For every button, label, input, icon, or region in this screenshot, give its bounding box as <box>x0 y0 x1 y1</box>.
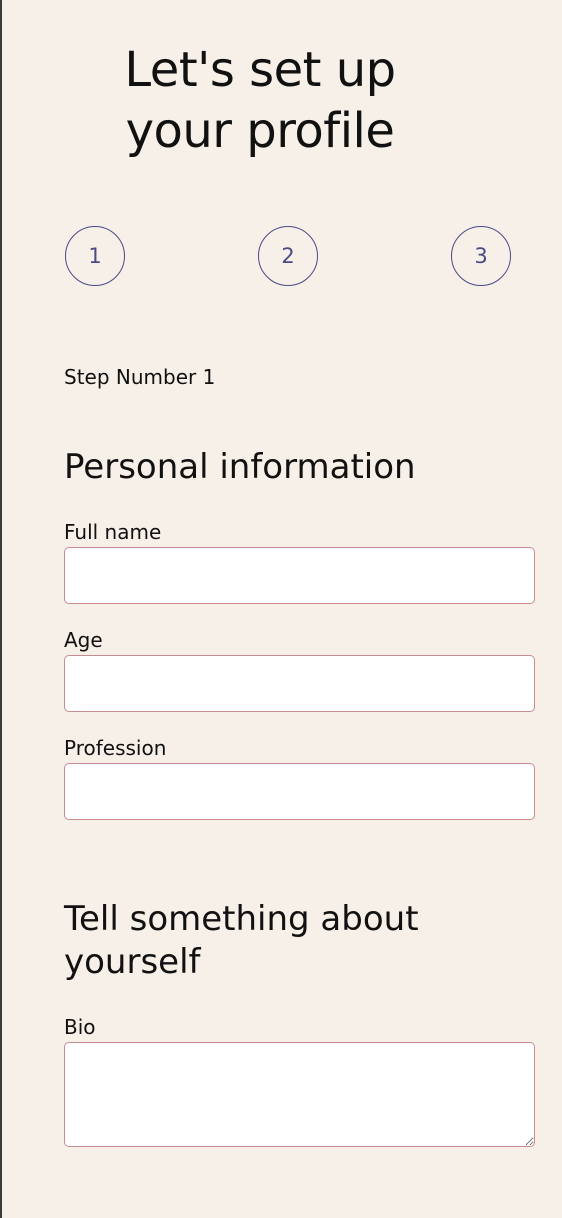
step-indicator-3[interactable]: 3 <box>451 226 511 286</box>
bio-label: Bio <box>64 1015 96 1039</box>
page-title: Let's set up your profile <box>124 42 396 159</box>
age-input[interactable] <box>64 655 535 712</box>
step-indicator-1[interactable]: 1 <box>65 226 125 286</box>
full-name-input[interactable] <box>64 547 535 604</box>
profession-label: Profession <box>64 736 167 760</box>
personal-information-heading: Personal information <box>64 447 416 487</box>
current-step-text: Step Number 1 <box>64 365 216 389</box>
age-label: Age <box>64 628 103 652</box>
step-indicator-2[interactable]: 2 <box>258 226 318 286</box>
full-name-label: Full name <box>64 520 162 544</box>
about-yourself-heading: Tell something about yourself <box>64 899 419 982</box>
profession-input[interactable] <box>64 763 535 820</box>
bio-textarea[interactable] <box>64 1042 535 1147</box>
page-frame: Let's set up your profile 1 2 3 Step Num… <box>0 0 560 1218</box>
